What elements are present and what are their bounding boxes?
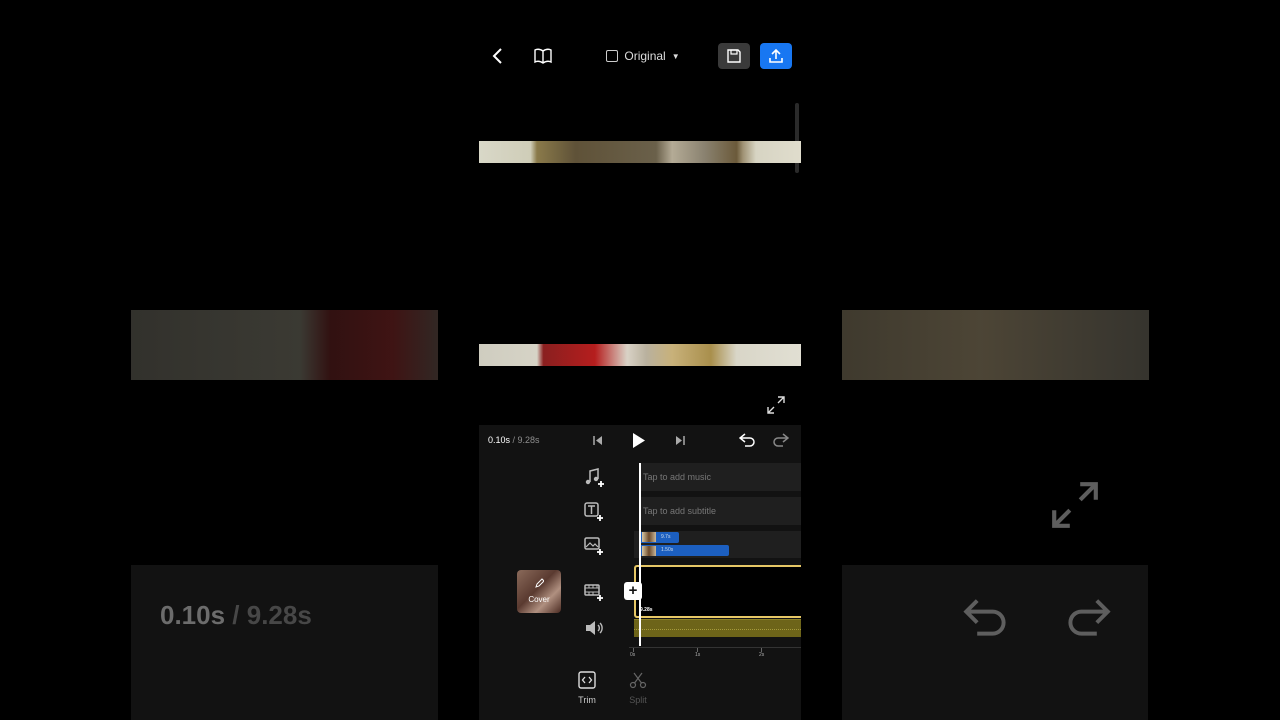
overlay-clip-thumbnail [642,546,656,556]
back-button[interactable] [487,42,509,70]
main-video-clip[interactable]: 9.28s [634,565,801,618]
overlay-track: 9.7s 1.50s [634,531,801,558]
timeline-editor: 0.10s / 9.28s Tap to add music Tap to ad… [479,425,801,720]
audio-waveform-track[interactable] [634,619,801,637]
audio-waveform [634,629,801,630]
cover-button[interactable]: Cover [517,570,561,613]
editor-screen: Original ▼ 0.10s / 9.28s Tap to add musi… [479,0,801,720]
add-music-icon[interactable] [583,467,605,489]
background-panel-left [131,565,438,720]
clip-duration: 9.28s [640,607,653,613]
time-ruler: 0s 1s 2s [629,647,801,660]
undo-icon[interactable] [739,433,757,448]
book-icon [534,48,552,64]
skip-to-end-icon[interactable] [675,435,685,446]
ruler-label: 1s [695,652,701,658]
scissors-icon [629,672,647,689]
background-redo-icon [1068,599,1111,636]
add-text-icon[interactable] [583,501,605,523]
fullscreen-icon[interactable] [767,396,785,414]
dropdown-caret-icon: ▼ [671,51,680,61]
background-fullscreen-icon [1052,482,1098,528]
export-button[interactable] [760,43,792,69]
split-label: Split [629,695,647,705]
save-draft-button[interactable] [718,43,750,69]
ruler-label: 0s [630,652,636,658]
redo-icon[interactable] [771,433,789,448]
add-overlay-icon[interactable] [583,535,605,557]
background-blur-right [842,310,1149,380]
upload-icon [769,48,783,63]
skip-to-start-icon[interactable] [593,435,603,446]
aspect-ratio-icon [606,50,619,62]
volume-icon[interactable] [583,617,605,639]
video-preview-top-strip [479,141,801,163]
split-button[interactable]: Split [618,671,658,705]
add-clip-icon[interactable] [583,581,605,603]
save-icon [727,49,741,63]
background-panel-right [842,565,1148,720]
background-undo-icon [963,599,1006,636]
ruler-label: 2s [759,652,765,658]
top-bar: Original ▼ [479,36,801,76]
trim-icon [578,671,596,689]
playback-controls: 0.10s / 9.28s [479,425,801,457]
background-time-readout: 0.10s / 9.28s [160,600,312,630]
overlay-clip-thumbnail [642,532,656,542]
playhead[interactable] [639,463,641,646]
video-preview-bottom-strip [479,344,801,366]
pencil-icon [535,578,544,588]
subtitle-track[interactable]: Tap to add subtitle [639,497,801,525]
back-arrow-icon [492,48,502,64]
trim-button[interactable]: Trim [567,671,607,705]
tutorial-button[interactable] [531,42,555,70]
trim-label: Trim [578,695,596,705]
time-readout: 0.10s / 9.28s [488,435,540,445]
play-icon[interactable] [632,432,646,449]
music-track[interactable]: Tap to add music [639,463,801,491]
aspect-ratio-selector[interactable]: Original ▼ [603,42,683,70]
background-blur-left [131,310,438,380]
aspect-ratio-label: Original [624,49,666,63]
cover-label: Cover [528,595,550,604]
